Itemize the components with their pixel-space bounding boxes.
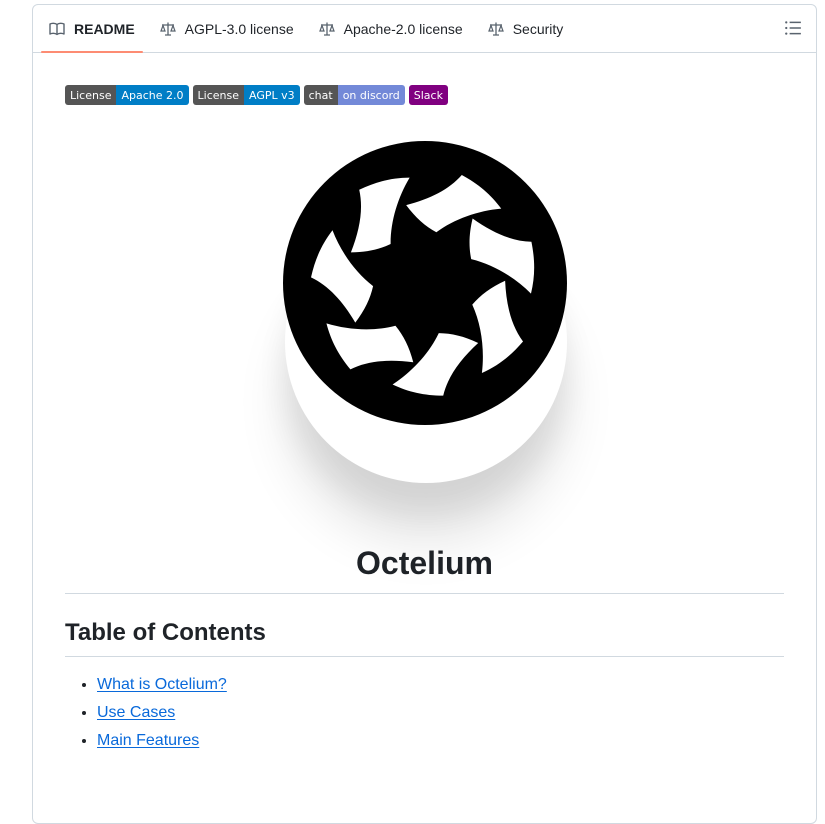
badge-value: Apache 2.0 [116,85,189,105]
badge-discord[interactable]: chat on discord [303,85,405,105]
law-icon [318,22,335,36]
law-icon [487,22,504,36]
law-icon [159,22,176,36]
tab-readme[interactable]: README [41,5,143,53]
list-item: Use Cases [97,701,784,725]
badge-license-agpl[interactable]: License AGPL v3 [192,85,300,105]
toc-link-main-features[interactable]: Main Features [97,732,199,749]
badge-label: License [192,85,244,105]
toc-heading: Table of Contents [65,618,784,657]
octelium-logo [283,141,567,425]
list-item: What is Octelium? [97,673,784,697]
tab-security[interactable]: Security [480,5,572,52]
readme-title: Octelium [65,543,784,594]
tab-label: Security [512,20,564,37]
badge-value: AGPL v3 [244,85,300,105]
badge-label: chat [303,85,338,105]
badge-slack[interactable]: Slack [408,85,448,105]
tab-agpl-license[interactable]: AGPL-3.0 license [152,5,302,52]
list-unordered-icon[interactable] [784,19,802,37]
tab-label: README [74,20,135,37]
tab-label: AGPL-3.0 license [184,20,294,37]
badge-value: Slack [408,85,448,105]
book-icon [49,22,65,35]
readme-tabbar: README AGPL-3.0 license Apache-2.0 licen… [33,5,816,53]
logo-container [65,141,785,541]
toc-link-use-cases[interactable]: Use Cases [97,704,175,721]
tab-label: Apache-2.0 license [343,20,463,37]
badge-value: on discord [337,85,405,105]
toc-link-what-is-octelium[interactable]: What is Octelium? [97,676,227,693]
tab-apache-license[interactable]: Apache-2.0 license [311,5,471,52]
toc-list: What is Octelium? Use Cases Main Feature… [65,673,784,753]
badge-label: License [65,85,117,105]
list-item: Main Features [97,729,784,753]
readme-panel: README AGPL-3.0 license Apache-2.0 licen… [32,4,817,824]
badge-license-apache[interactable]: License Apache 2.0 [65,85,189,105]
readme-body: License Apache 2.0 License AGPL v3 chat … [33,53,816,753]
badge-row: License Apache 2.0 License AGPL v3 chat … [65,85,784,105]
